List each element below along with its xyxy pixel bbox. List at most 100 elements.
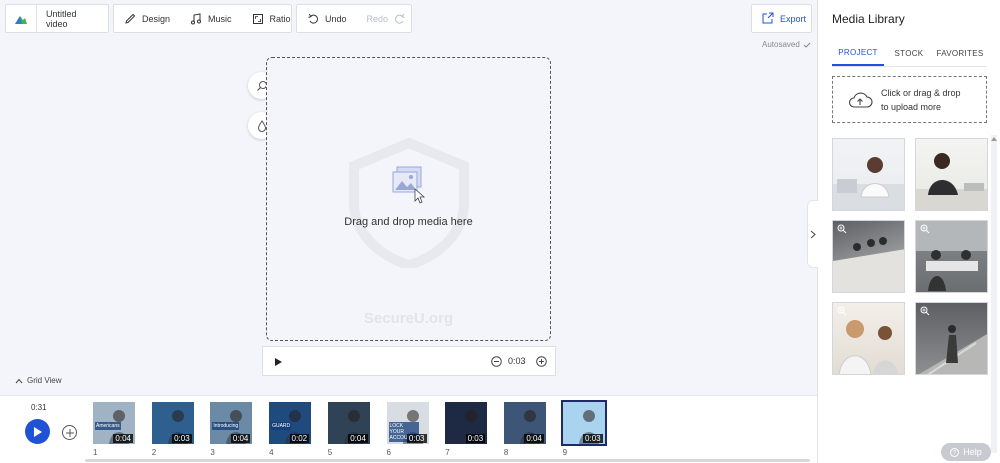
- help-button[interactable]: ? Help: [941, 443, 991, 461]
- media-photo-3[interactable]: [832, 220, 905, 293]
- autosave-label: Autosaved: [762, 40, 800, 49]
- export-icon: [761, 12, 774, 25]
- music-button[interactable]: Music: [180, 5, 242, 32]
- add-scene-button[interactable]: [62, 425, 77, 440]
- scene-thumbnail[interactable]: 0:03: [151, 402, 194, 444]
- upload-text: Click or drag & drop to upload more: [881, 86, 961, 114]
- scene-thumbnail[interactable]: GUARD 0:02: [269, 402, 312, 444]
- scene-number: 8: [503, 448, 509, 457]
- scene-number: 4: [269, 448, 274, 457]
- scene-number: 7: [445, 448, 450, 457]
- timeline-scrollbar[interactable]: [85, 459, 810, 462]
- tab-underline: [832, 66, 987, 67]
- scene-thumbnail[interactable]: LOCK YOUR ACCOUNTS 0:03: [386, 402, 429, 444]
- tab-favorites[interactable]: FAVORITES: [934, 40, 986, 66]
- media-photo-2[interactable]: [915, 138, 988, 211]
- upload-line-2: to upload more: [881, 101, 942, 112]
- tab-stock[interactable]: STOCK: [884, 40, 934, 66]
- zoom-in-icon[interactable]: [536, 356, 547, 367]
- scene-duration: 0:04: [230, 434, 251, 443]
- upload-area[interactable]: Click or drag & drop to upload more: [832, 76, 987, 123]
- media-photo-1[interactable]: [832, 138, 905, 211]
- droplet-icon: [257, 119, 267, 132]
- scene-thumbnail[interactable]: 0:04: [327, 402, 370, 444]
- scene-duration: 0:04: [113, 434, 133, 443]
- media-photo-5[interactable]: [832, 302, 905, 375]
- media-photo-4[interactable]: [915, 220, 988, 293]
- scene-number: 3: [210, 448, 215, 457]
- question-icon: ?: [950, 447, 960, 457]
- scene-duration: 0:03: [583, 434, 603, 443]
- app-logo[interactable]: [6, 5, 36, 32]
- scene-duration: 0:04: [524, 434, 544, 443]
- zoom-badge-icon[interactable]: [920, 306, 930, 316]
- play-icon: [33, 426, 42, 437]
- scene-number: 6: [386, 448, 391, 457]
- music-label: Music: [208, 13, 232, 24]
- scene-caption: Introducing: [212, 422, 240, 430]
- chevron-up-icon: [15, 378, 23, 384]
- ratio-button[interactable]: Ratio: [242, 5, 301, 32]
- scene-number: 5: [327, 448, 333, 457]
- edit-group: Design Music Ratio: [113, 4, 292, 33]
- photo-2-image: [916, 153, 987, 210]
- scene-thumbnail[interactable]: Introducing 0:04: [210, 402, 253, 444]
- photo-1-image: [833, 157, 904, 210]
- panel-title: Media Library: [832, 12, 905, 26]
- video-title[interactable]: Untitled video: [37, 5, 108, 32]
- scene-caption: Americans: [95, 422, 121, 430]
- scene-thumbnail[interactable]: 0:03: [445, 402, 488, 444]
- scene-duration: 0:04: [348, 434, 368, 443]
- check-icon: [803, 41, 811, 49]
- upload-line-1: Click or drag & drop: [881, 87, 961, 98]
- export-group: Export: [751, 4, 812, 33]
- scene-caption: GUARD: [271, 422, 292, 430]
- redo-button[interactable]: Redo: [357, 5, 417, 32]
- timeline: 0:31 Americans 0:04 1 0:03 2 Introducing 0:04 3…: [0, 395, 817, 463]
- scene-number: 1: [93, 448, 98, 457]
- undo-label: Undo: [325, 13, 347, 24]
- scene-thumbnail[interactable]: Americans 0:04: [93, 402, 135, 444]
- cloud-upload-icon: [847, 90, 873, 110]
- export-button[interactable]: Export: [752, 5, 815, 32]
- title-group: Untitled video: [5, 4, 109, 33]
- scene-number: 9: [562, 448, 568, 457]
- player-time: 0:03: [508, 356, 526, 366]
- music-note-icon: [190, 12, 202, 25]
- scene-duration: 0:02: [289, 434, 310, 443]
- scene-number: 2: [151, 448, 157, 457]
- autosave-status: Autosaved: [762, 40, 811, 49]
- tab-project[interactable]: PROJECT: [832, 40, 884, 66]
- scene-thumbnail[interactable]: 0:03: [560, 400, 607, 446]
- media-placeholder-icon: [392, 166, 426, 204]
- design-button[interactable]: Design: [114, 5, 180, 32]
- play-small-icon[interactable]: [275, 358, 282, 366]
- zoom-badge-icon[interactable]: [837, 224, 847, 234]
- history-group: Undo Redo: [296, 4, 412, 33]
- panel-scrollbar[interactable]: [991, 135, 997, 453]
- scene-duration: 0:03: [172, 434, 192, 443]
- ratio-label: Ratio: [269, 13, 291, 24]
- media-photo-6[interactable]: [915, 302, 988, 375]
- pencil-icon: [124, 13, 136, 25]
- drop-zone-text: Drag and drop media here: [344, 216, 473, 228]
- undo-button[interactable]: Undo: [297, 5, 357, 32]
- drop-zone[interactable]: Drag and drop media here SecureU.org: [266, 57, 551, 341]
- collapse-panel-button[interactable]: [807, 200, 818, 268]
- zoom-badge-icon[interactable]: [920, 224, 930, 234]
- zoom-badge-icon[interactable]: [837, 306, 847, 316]
- scene-duration: 0:03: [465, 434, 486, 443]
- chevron-right-icon: [810, 230, 816, 239]
- zoom-out-icon[interactable]: [491, 356, 502, 367]
- total-time: 0:31: [31, 403, 47, 412]
- scene-duration: 0:03: [406, 434, 427, 443]
- aspect-ratio-icon: [252, 13, 264, 25]
- scroll-up-icon[interactable]: [991, 137, 997, 141]
- scene-thumbnail[interactable]: 0:04: [503, 402, 546, 444]
- grid-view-toggle[interactable]: Grid View: [15, 376, 62, 385]
- play-button[interactable]: [25, 419, 50, 444]
- design-label: Design: [142, 13, 171, 24]
- undo-icon: [307, 13, 319, 25]
- export-label: Export: [780, 13, 807, 24]
- grid-view-label: Grid View: [27, 376, 62, 385]
